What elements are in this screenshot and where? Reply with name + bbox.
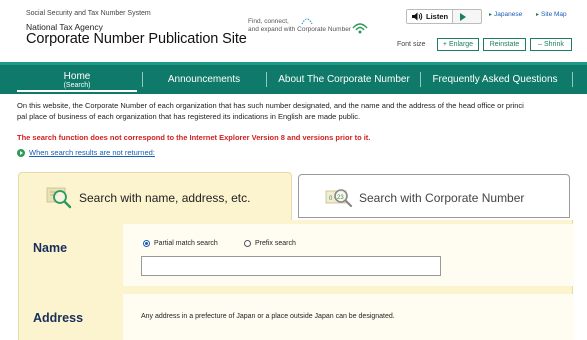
listen-button[interactable]: Listen — [407, 10, 454, 23]
play-icon — [460, 12, 467, 21]
name-label: Name — [33, 241, 68, 255]
address-label: Address — [33, 311, 84, 325]
radio-unselected-icon — [244, 240, 251, 247]
nav-divider — [142, 72, 143, 87]
name-field-area — [123, 224, 574, 286]
prefix-search-radio[interactable]: Prefix search — [244, 240, 296, 247]
svg-text:23: 23 — [337, 195, 344, 201]
signal-icon — [352, 23, 368, 34]
ie-warning: The search function does not correspond … — [17, 133, 371, 142]
number-magnifier-icon: 0 23 — [325, 189, 353, 208]
listen-label: Listen — [426, 12, 449, 21]
system-line: Social Security and Tax Number System — [26, 10, 151, 17]
nav-home-label: Home — [63, 70, 91, 82]
text-to-speech-control: Listen — [406, 9, 482, 24]
intro-text: On this website, the Corporate Number of… — [17, 101, 524, 121]
nav-divider — [420, 72, 421, 87]
site-tagline: Find, connect, and expand with Corporate… — [248, 18, 351, 33]
nav-announcements[interactable]: Announcements — [148, 65, 260, 94]
tab-name-search-label: Search with name, address, etc. — [79, 191, 251, 205]
address-note: Any address in a prefecture of Japan or … — [141, 313, 395, 320]
magnifier-document-icon — [46, 187, 72, 209]
speaker-icon — [412, 12, 423, 21]
tab-name-search[interactable]: Search with name, address, etc. — [18, 172, 292, 222]
nav-home[interactable]: Home (Search) — [15, 65, 139, 94]
partial-match-radio[interactable]: Partial match search — [143, 240, 218, 247]
japanese-link[interactable]: ▸ Japanese — [489, 11, 522, 18]
tab-number-search[interactable]: 0 23 Search with Corporate Number — [298, 174, 570, 218]
shrink-font-button[interactable]: – Shrink — [530, 38, 572, 51]
sitemap-link[interactable]: ▸ Site Map — [536, 11, 567, 18]
nav-divider — [572, 72, 573, 87]
no-results-help-link[interactable]: When search results are not returned: — [17, 148, 155, 157]
arrow-icon: ▸ — [536, 12, 540, 18]
tab-number-search-label: Search with Corporate Number — [359, 191, 525, 205]
nav-faq[interactable]: Frequently Asked Questions — [424, 65, 566, 94]
radio-selected-icon — [143, 240, 150, 247]
reinstate-font-button[interactable]: Reinstate — [483, 38, 526, 51]
nav-home-sub: (Search) — [63, 81, 91, 89]
search-form-panel: Name Partial match search Prefix search … — [18, 220, 574, 340]
arrow-circle-icon — [17, 148, 25, 157]
site-header: Social Security and Tax Number System Na… — [0, 0, 587, 62]
enlarge-font-button[interactable]: + Enlarge — [437, 38, 479, 51]
main-nav: Home (Search) Announcements About The Co… — [0, 62, 587, 94]
arrow-icon: ▸ — [489, 12, 493, 18]
name-input[interactable] — [141, 256, 441, 276]
nav-about[interactable]: About The Corporate Number — [270, 65, 418, 94]
play-button[interactable] — [453, 10, 473, 23]
font-size-label: Font size — [397, 41, 426, 48]
site-title[interactable]: Corporate Number Publication Site — [26, 31, 247, 47]
nav-divider — [266, 72, 267, 87]
